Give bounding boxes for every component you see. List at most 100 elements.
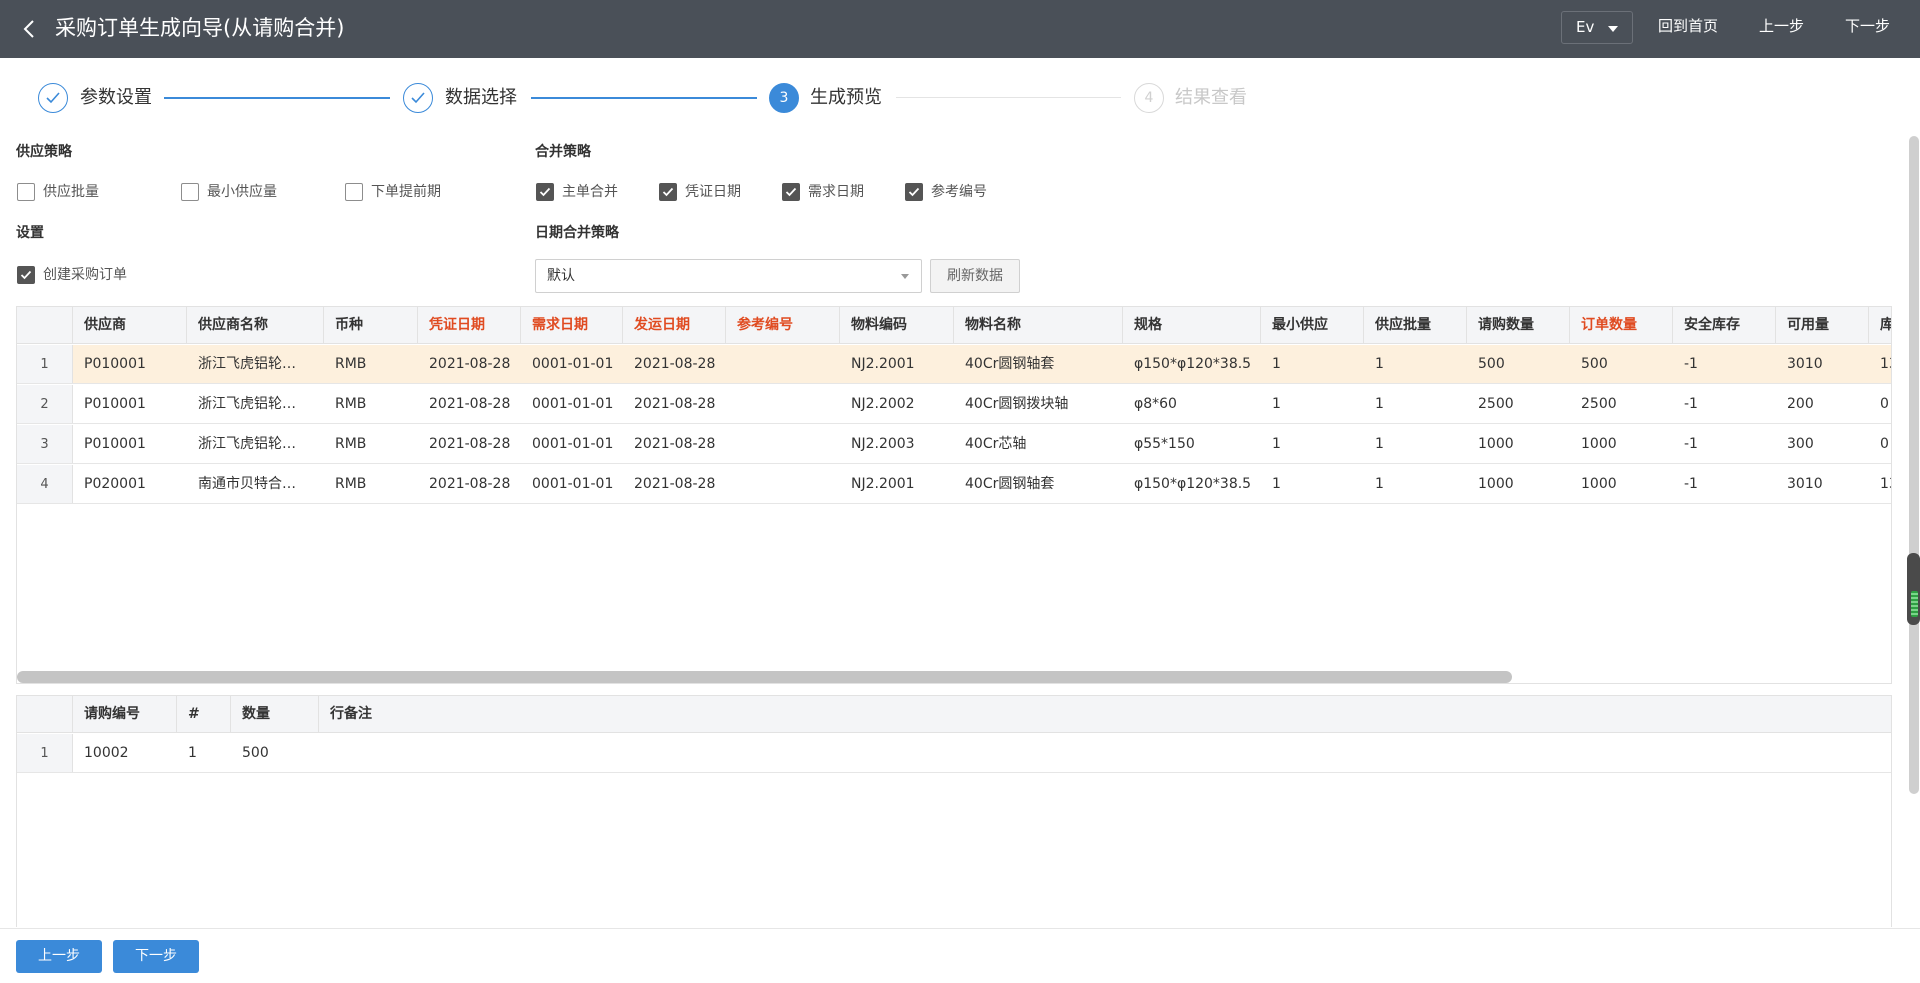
table-cell[interactable]: 浙江飞虎铝轮… <box>187 425 324 464</box>
table-cell[interactable]: φ55*150 <box>1123 425 1261 464</box>
table-cell[interactable]: φ150*φ120*38.5 <box>1123 465 1261 504</box>
table-cell[interactable]: 1000 <box>1570 425 1673 464</box>
column-header[interactable]: 参考编号 <box>726 307 840 344</box>
table-cell[interactable]: 40Cr圆钢轴套 <box>954 465 1123 504</box>
table-row[interactable]: 1 10002 1 500 <box>17 734 1891 773</box>
merge-master-checkbox[interactable]: 主单合并 <box>536 182 636 202</box>
column-header[interactable]: 供应商 <box>73 307 187 344</box>
column-header[interactable]: 币种 <box>324 307 418 344</box>
min-supply-checkbox[interactable]: 最小供应量 <box>181 182 301 202</box>
table-cell[interactable]: 2021-08-28 <box>623 425 726 464</box>
table-cell[interactable]: RMB <box>324 345 418 384</box>
table-cell[interactable]: 2500 <box>1467 385 1570 424</box>
column-header[interactable]: 规格 <box>1123 307 1261 344</box>
table-cell[interactable]: 131 <box>1869 465 1891 504</box>
lead-time-checkbox[interactable]: 下单提前期 <box>345 182 465 202</box>
table-cell[interactable]: P010001 <box>73 425 187 464</box>
home-link[interactable]: 回到首页 <box>1658 16 1718 36</box>
table-cell[interactable]: 1 <box>1261 465 1364 504</box>
language-dropdown[interactable]: Ev <box>1561 11 1633 44</box>
table-cell[interactable]: 40Cr圆钢轴套 <box>954 345 1123 384</box>
table-cell[interactable]: 40Cr圆钢拨块轴 <box>954 385 1123 424</box>
footer-prev-button[interactable]: 上一步 <box>16 940 102 973</box>
table-cell[interactable] <box>726 385 840 424</box>
table-row[interactable]: 1 P010001 浙江飞虎铝轮… RMB 2021-08-28 0001-01-01 20… <box>17 345 1891 384</box>
table-cell[interactable]: NJ2.2001 <box>840 465 954 504</box>
table-cell[interactable]: φ8*60 <box>1123 385 1261 424</box>
table-cell[interactable]: 0 <box>1869 385 1891 424</box>
table-row[interactable]: 4 P020001 南通市贝特合… RMB 2021-08-28 0001-01-01 20… <box>17 465 1891 504</box>
column-header[interactable]: 数量 <box>231 696 319 733</box>
header-prev-link[interactable]: 上一步 <box>1759 16 1804 36</box>
table-cell[interactable]: 浙江飞虎铝轮… <box>187 345 324 384</box>
table-cell[interactable]: 2021-08-28 <box>623 385 726 424</box>
column-header[interactable]: 请购编号 <box>73 696 177 733</box>
table-cell[interactable]: 0001-01-01 <box>521 465 623 504</box>
table-cell[interactable]: NJ2.2001 <box>840 345 954 384</box>
table-cell[interactable]: 1 <box>1364 345 1467 384</box>
table-cell[interactable]: 2021-08-28 <box>418 345 521 384</box>
merge-voucher-date-checkbox[interactable]: 凭证日期 <box>659 182 759 202</box>
table-cell[interactable]: 200 <box>1776 385 1869 424</box>
table-cell[interactable]: NJ2.2002 <box>840 385 954 424</box>
table-cell[interactable] <box>319 734 1889 773</box>
table-cell[interactable]: 2021-08-28 <box>623 345 726 384</box>
merge-demand-date-checkbox[interactable]: 需求日期 <box>782 182 882 202</box>
table-cell[interactable]: 3010 <box>1776 465 1869 504</box>
table-cell[interactable]: 1 <box>1364 385 1467 424</box>
column-header[interactable]: 供应批量 <box>1364 307 1467 344</box>
requisition-number-link[interactable]: 10002 <box>73 734 177 773</box>
table-cell[interactable]: 2021-08-28 <box>418 385 521 424</box>
table-cell[interactable]: 1 <box>1261 345 1364 384</box>
scroll-grip-handle[interactable] <box>1907 553 1920 625</box>
table-cell[interactable]: 1 <box>1364 425 1467 464</box>
table-cell[interactable]: NJ2.2003 <box>840 425 954 464</box>
table-cell[interactable]: 40Cr芯轴 <box>954 425 1123 464</box>
table-cell[interactable]: 1 <box>177 734 231 773</box>
table-cell[interactable]: -1 <box>1673 465 1776 504</box>
column-header[interactable]: # <box>177 696 231 733</box>
column-header[interactable]: 可用量 <box>1776 307 1869 344</box>
table-cell[interactable]: -1 <box>1673 425 1776 464</box>
column-header[interactable]: 最小供应 <box>1261 307 1364 344</box>
horizontal-scrollbar[interactable] <box>17 669 1891 683</box>
column-header[interactable]: 物料名称 <box>954 307 1123 344</box>
table-cell[interactable]: 0001-01-01 <box>521 425 623 464</box>
table-cell[interactable]: 2021-08-28 <box>418 425 521 464</box>
table-cell[interactable] <box>726 465 840 504</box>
table-cell[interactable]: 3010 <box>1776 345 1869 384</box>
table-cell[interactable] <box>726 345 840 384</box>
horizontal-scroll-thumb[interactable] <box>17 671 1512 683</box>
merge-reference-checkbox[interactable]: 参考编号 <box>905 182 1005 202</box>
refresh-data-button[interactable]: 刷新数据 <box>930 259 1020 293</box>
table-cell[interactable]: P010001 <box>73 385 187 424</box>
table-cell[interactable]: 南通市贝特合… <box>187 465 324 504</box>
table-cell[interactable] <box>726 425 840 464</box>
table-cell[interactable]: 1000 <box>1570 465 1673 504</box>
table-cell[interactable]: 0 <box>1869 425 1891 464</box>
table-cell[interactable]: RMB <box>324 385 418 424</box>
date-merge-select[interactable]: 默认 <box>535 259 922 293</box>
column-header[interactable]: 需求日期 <box>521 307 623 344</box>
table-cell[interactable]: RMB <box>324 425 418 464</box>
table-cell[interactable]: 1 <box>1261 385 1364 424</box>
table-cell[interactable]: 0001-01-01 <box>521 385 623 424</box>
table-row[interactable]: 3 P010001 浙江飞虎铝轮… RMB 2021-08-28 0001-01-01 20… <box>17 425 1891 464</box>
table-cell[interactable]: 300 <box>1776 425 1869 464</box>
table-cell[interactable]: 浙江飞虎铝轮… <box>187 385 324 424</box>
table-cell[interactable]: 500 <box>1570 345 1673 384</box>
table-cell[interactable]: 1000 <box>1467 465 1570 504</box>
footer-next-button[interactable]: 下一步 <box>113 940 199 973</box>
table-cell[interactable]: 1000 <box>1467 425 1570 464</box>
supply-batch-checkbox[interactable]: 供应批量 <box>17 182 127 202</box>
create-po-checkbox[interactable]: 创建采购订单 <box>17 265 147 285</box>
table-cell[interactable]: P020001 <box>73 465 187 504</box>
table-cell[interactable]: -1 <box>1673 385 1776 424</box>
table-cell[interactable]: 2021-08-28 <box>418 465 521 504</box>
table-cell[interactable]: 2500 <box>1570 385 1673 424</box>
table-cell[interactable]: 2021-08-28 <box>623 465 726 504</box>
column-header[interactable]: 发运日期 <box>623 307 726 344</box>
column-header[interactable]: 物料编码 <box>840 307 954 344</box>
table-cell[interactable]: 0001-01-01 <box>521 345 623 384</box>
table-cell[interactable]: 131 <box>1869 345 1891 384</box>
